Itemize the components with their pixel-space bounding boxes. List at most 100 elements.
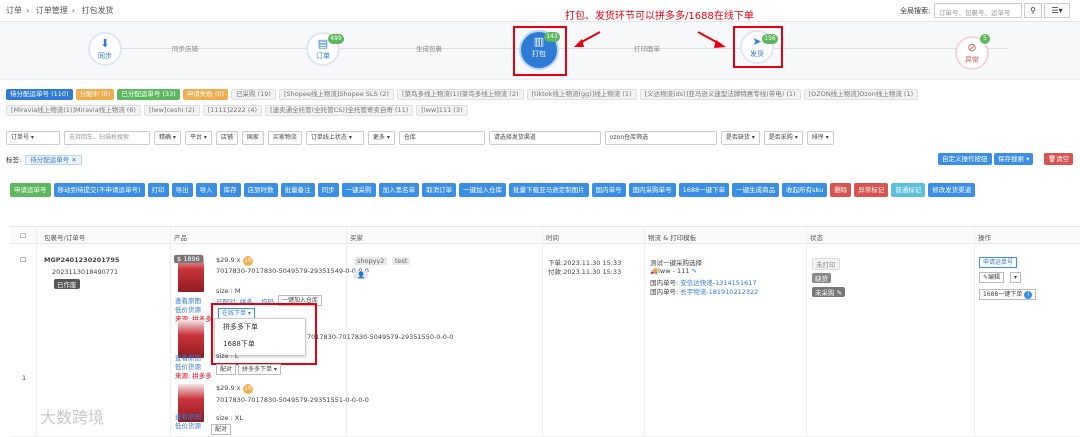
sync-button[interactable]: 同步	[317, 183, 339, 197]
shop-time-button[interactable]: 店到时数	[243, 183, 278, 197]
channel-tab[interactable]: [1111]2222 (4)	[202, 105, 263, 116]
logistics-name: 测试一键采购选择	[650, 259, 702, 267]
domestic-no-2: 国内单号: 长宇物流-181910212322	[650, 288, 759, 296]
sort-filter[interactable]: 排序 ▾	[806, 131, 834, 145]
domestic-no-button[interactable]: 国内单号	[591, 183, 626, 197]
col-status: 状态	[810, 234, 823, 242]
watermark: 大数跨境	[40, 408, 105, 427]
one-click-purchase-button[interactable]: 一键采购	[341, 183, 376, 197]
pdd-order-option[interactable]: 拼多多下单	[215, 319, 305, 336]
item-size: size : XL	[216, 414, 243, 422]
channel-tab[interactable]: 已采购 (19)	[231, 89, 276, 100]
change-channel-button[interactable]: 修改发货渠道	[928, 183, 976, 197]
import-button[interactable]: 导入	[195, 183, 217, 197]
col-actions: 操作	[978, 234, 991, 242]
platform-filter[interactable]: 平台 ▾	[184, 131, 212, 145]
tab-assigning[interactable]: 分配中 (0)	[75, 89, 115, 100]
buyer-tag: test	[392, 257, 411, 265]
shop-filter[interactable]: 店铺	[215, 131, 238, 145]
breadcrumb-item[interactable]: 订单管理	[36, 6, 68, 15]
custom-actions-button[interactable]: 自定义操作按钮	[938, 153, 992, 165]
delete-button[interactable]: 删除	[830, 183, 852, 197]
ship-badge: 156	[762, 34, 778, 44]
save-search-button[interactable]: 保存搜索 ▾	[994, 153, 1034, 165]
channel-tab[interactable]: [Shopee线上物流]Shopee SLS (2)	[278, 89, 394, 100]
stock-button[interactable]: 库存	[219, 183, 241, 197]
channel-tab[interactable]: [速卖通全托管(全托管CS)]全托管寄卖自寄 (11)	[265, 105, 414, 116]
pdd-order-button[interactable]: 拼多多下单 ▾	[238, 364, 281, 375]
channel-tab[interactable]: [菜鸟多线上物流(1)]菜鸟多线上物流 (2)	[396, 89, 524, 100]
package-number: MGP2401230201795	[44, 256, 120, 264]
tag-row: 标签: 待分配运单号 ✕	[6, 154, 82, 165]
exception-mark-button[interactable]: 异常标记	[854, 183, 889, 197]
row-checkbox[interactable]: ☐	[20, 256, 26, 264]
status-badge: 未打印	[812, 258, 840, 270]
carrier: 🚚lww - 111 ✎	[650, 267, 697, 275]
item-price: $29.9 x	[216, 256, 241, 264]
move-to-submit-button[interactable]: 移动到待提交(不申请运单号)	[53, 183, 145, 197]
add-warehouse-button[interactable]: 一键加入仓库	[459, 183, 507, 197]
pair-button[interactable]: 配对	[211, 424, 232, 435]
global-search-label: 全局搜索:	[900, 7, 931, 15]
warehouse-filter[interactable]: 仓库	[398, 131, 485, 145]
country-filter[interactable]: 国家	[241, 131, 264, 145]
edit-button[interactable]: ✎编辑	[979, 272, 1005, 283]
status-tabs: 待分配运单号 (110) 分配中 (0) 已分配运单号 (33) 申请失败 (0) 已采…	[6, 89, 921, 100]
tab-failed[interactable]: 申请失败 (0)	[182, 89, 229, 100]
channel-tab[interactable]: [Miravia线上物流(1)]Miravia线上物流 (6)	[6, 105, 141, 116]
channel-filter[interactable]: 请选择发货渠道	[488, 131, 601, 145]
tab-pending[interactable]: 待分配运单号 (110)	[6, 89, 73, 100]
order-1688-option[interactable]: 1688下单	[215, 336, 305, 353]
online-order-dropdown: 拼多多下单 1688下单	[214, 318, 306, 356]
channel-tab[interactable]: [lww]111 (3)	[416, 105, 468, 116]
export-button[interactable]: 导出	[171, 183, 193, 197]
channel-tab[interactable]: [tiktok线上物流(gg)]线上物流 (1)	[526, 89, 637, 100]
cancel-order-button[interactable]: 取消订单	[422, 183, 457, 197]
tag-chip[interactable]: 待分配运单号 ✕	[25, 155, 82, 165]
low-price-link[interactable]: 低价货源	[175, 420, 201, 430]
channel-tab[interactable]: [OZON线上物流]Ozon线上物流 (1)	[803, 89, 919, 100]
search-input[interactable]: 支持回车、扫描枪搜索	[64, 131, 150, 145]
collapse-sku-button[interactable]: 收起所有sku	[782, 183, 828, 197]
more-filter[interactable]: 更多 ▾	[367, 131, 395, 145]
status-badge[interactable]: 未采购 ✎	[812, 287, 846, 297]
edit-dropdown-button[interactable]: ▾	[1010, 272, 1022, 283]
clear-button[interactable]: 🗑清空	[1044, 153, 1074, 165]
batch-note-button[interactable]: 批量备注	[280, 183, 315, 197]
table-row	[10, 245, 1080, 437]
pair-button[interactable]: 配对	[216, 364, 237, 375]
domestic-purchase-button[interactable]: 国内采购单号	[628, 183, 676, 197]
apply-waybill-row-button[interactable]: 申请运单号	[979, 257, 1018, 268]
blacklist-button[interactable]: 加入黑名单	[378, 183, 420, 197]
channel-tab[interactable]: [lww]ceshi (2)	[143, 105, 200, 116]
channel-tab[interactable]: [义达物流(ds)]亚马逊义速型法牌特惠专线(带电) (1)	[639, 89, 801, 100]
col-product: 产品	[174, 234, 187, 242]
user-icon[interactable]: 👤	[354, 271, 369, 279]
exact-select[interactable]: 精确 ▾	[154, 131, 181, 145]
stock-filter[interactable]: 是否缺货 ▾	[720, 131, 760, 145]
truck-icon: 🚚	[650, 267, 659, 275]
apply-waybill-button[interactable]: 申请运单号	[10, 183, 51, 197]
breadcrumb-item[interactable]: 订单	[6, 6, 22, 15]
annotation-text: 打包、发货环节可以拼多多/1688在线下单	[565, 11, 754, 22]
status-badge: 缺货	[812, 273, 831, 283]
purchase-filter[interactable]: 是否采购 ▾	[763, 131, 803, 145]
order-1688-row-button[interactable]: 1688一键下单 i	[979, 289, 1037, 300]
search-icon[interactable]: ⚲	[1024, 3, 1042, 18]
global-search-input[interactable]: 订单号、包裹号、运单号	[934, 3, 1022, 18]
download-icon: ⬇	[100, 37, 110, 50]
channel-tabs: [Miravia线上物流(1)]Miravia线上物流 (6) [lww]cesh…	[6, 105, 471, 116]
generate-product-button[interactable]: 一键生成商品	[732, 183, 780, 197]
online-status-filter[interactable]: 订单线上状态 ▾	[305, 131, 364, 145]
normal-mark-button[interactable]: 普通标记	[891, 183, 926, 197]
ozon-warehouse-filter[interactable]: ozon仓库筛选	[604, 131, 717, 145]
select-all-checkbox[interactable]: ☐	[20, 232, 26, 240]
print-button[interactable]: 打印	[147, 183, 169, 197]
sync-step[interactable]: ⬇ 同步	[88, 32, 122, 66]
tab-assigned[interactable]: 已分配运单号 (33)	[117, 89, 180, 100]
download-images-button[interactable]: 批量下载亚马逊定制图片	[509, 183, 589, 197]
order-no-select[interactable]: 订单号 ▾	[6, 131, 60, 145]
buyer-logistics-filter[interactable]: 买家物流	[267, 131, 302, 145]
menu-icon[interactable]: ☰▾	[1044, 3, 1070, 18]
order-1688-button[interactable]: 1688一键下单	[678, 183, 730, 197]
